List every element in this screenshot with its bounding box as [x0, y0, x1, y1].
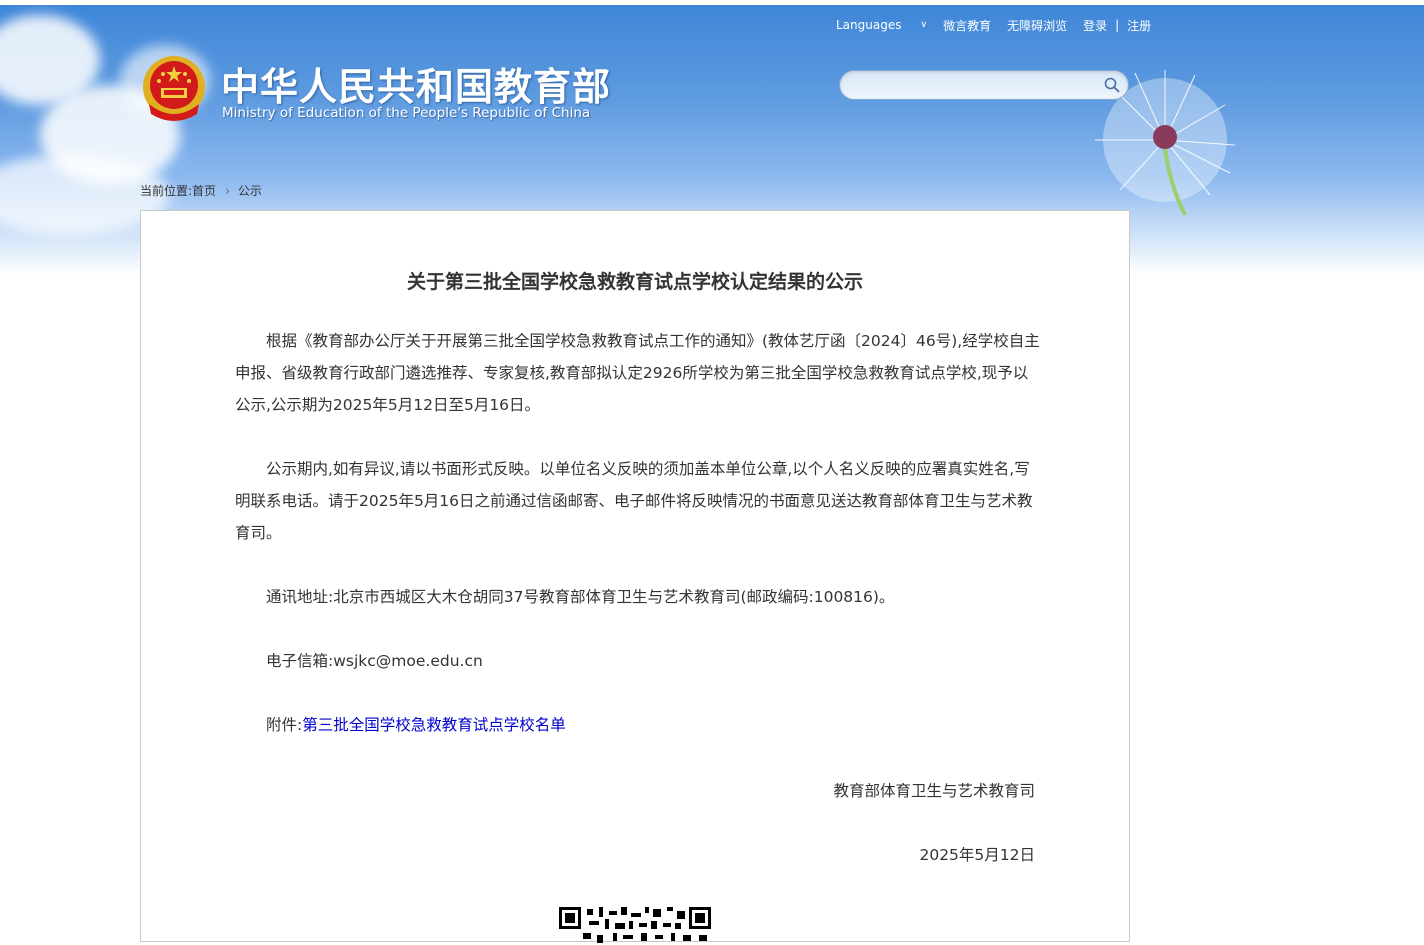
breadcrumb-home[interactable]: 首页: [192, 184, 216, 198]
accessibility-link[interactable]: 无障碍浏览: [1007, 17, 1067, 34]
search-icon[interactable]: [1104, 77, 1120, 93]
article-title: 关于第三批全国学校急救教育试点学校认定结果的公示: [406, 271, 863, 293]
chevron-down-icon: ∨: [920, 20, 928, 30]
link-divider: |: [1115, 18, 1120, 32]
signature: 教育部体育卫生与艺术教育司: [833, 782, 1035, 800]
breadcrumb-prefix: 当前位置:: [140, 184, 193, 198]
search-box: [839, 70, 1129, 100]
site-subtitle: Ministry of Education of the People's Re…: [222, 105, 591, 121]
site-title[interactable]: 中华人民共和国教育部: [221, 56, 611, 111]
article-panel: 关于第三批全国学校急救教育试点学校认定结果的公示 根据《教育部办公厅关于开展第三…: [140, 210, 1130, 943]
article-paragraph: 根据《教育部办公厅关于开展第三批全国学校急救教育试点工作的通知》(教体艺厅函〔2…: [235, 332, 1040, 414]
qr-code: [559, 907, 711, 943]
breadcrumb: 当前位置:首页 › 公示: [140, 182, 262, 199]
languages-link[interactable]: Languages: [836, 18, 901, 32]
attachment-label: 附件:: [266, 716, 303, 734]
email-paragraph: 电子信箱:wsjkc@moe.edu.cn: [266, 652, 483, 670]
top-links: Languages ∨ 微言教育 无障碍浏览 登录 | 注册: [836, 17, 1167, 33]
address-paragraph: 通讯地址:北京市西城区大木仓胡同37号教育部体育卫生与艺术教育司(邮政编码:10…: [266, 588, 895, 606]
weiyan-link[interactable]: 微言教育: [943, 17, 991, 34]
search-input[interactable]: [854, 75, 1098, 97]
attachment-paragraph: 附件:第三批全国学校急救教育试点学校名单: [235, 709, 1043, 741]
article-paragraph: 公示期内,如有异议,请以书面形式反映。以单位名义反映的须加盖本单位公章,以个人名…: [235, 460, 1033, 542]
register-link[interactable]: 注册: [1127, 17, 1151, 34]
national-emblem-icon[interactable]: [141, 54, 207, 122]
login-link[interactable]: 登录: [1083, 17, 1107, 34]
date: 2025年5月12日: [919, 846, 1035, 864]
chevron-right-icon: ›: [225, 184, 230, 198]
breadcrumb-notice[interactable]: 公示: [238, 184, 262, 198]
attachment-link[interactable]: 第三批全国学校急救教育试点学校名单: [302, 716, 566, 734]
